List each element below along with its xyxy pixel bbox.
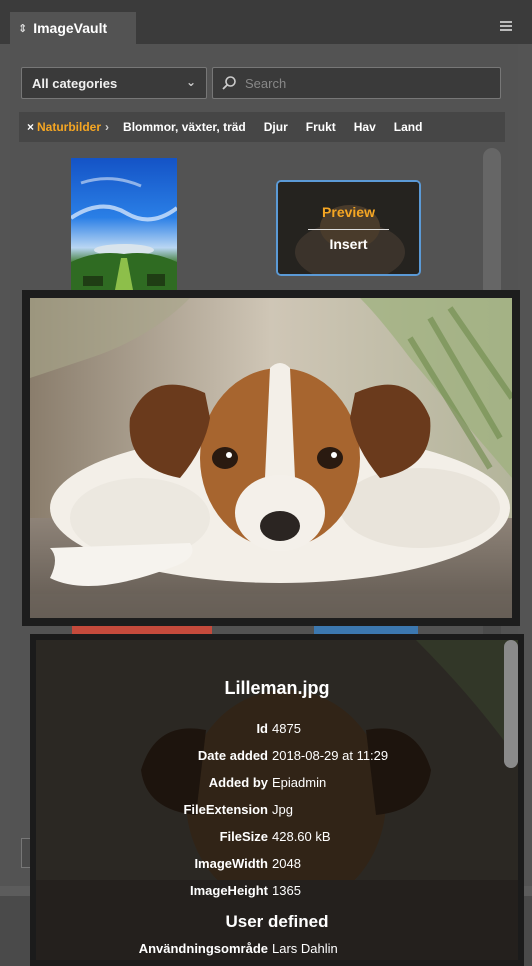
divider [308,229,389,230]
info-value: Jpg [272,802,293,817]
thumbnail-edge-red [72,626,212,634]
search-icon [222,76,236,90]
panel-tab[interactable]: ⇕ ImageVault [10,12,136,44]
hamburger-menu-icon[interactable] [500,21,512,33]
info-value: 2018-08-29 at 11:29 [272,748,389,763]
image-filename: Lilleman.jpg [224,678,330,698]
remove-icon[interactable]: × [27,120,34,134]
panel-title-bar: ⇕ ImageVault [0,0,532,44]
image-preview-popup [22,290,520,626]
results-scrollbar-thumb[interactable] [483,148,501,298]
category-chip[interactable]: Frukt [306,120,336,134]
updown-arrows-icon: ⇕ [18,22,28,35]
panel-tab-label: ImageVault [33,20,108,36]
chevron-down-icon: ⌄ [185,75,196,89]
dog-photo [30,298,512,618]
section-title: User defined [225,912,329,931]
info-row: ImageHeight 1365 [36,883,518,903]
category-chip[interactable]: Djur [264,120,288,134]
category-select-value: All categories [32,75,118,91]
info-label: FileExtension [183,802,268,817]
image-info-content: Lilleman.jpg Id 4875 Date added 2018-08-… [36,640,518,960]
info-label: Date added [197,748,268,763]
info-value: 1365 [272,883,301,898]
info-row: Added by Epiadmin [36,775,518,795]
category-chip[interactable]: Land [394,120,423,134]
info-label: ImageHeight [189,883,268,898]
thumbnail-hover-overlay [278,182,419,274]
info-label: ImageWidth [194,856,268,871]
info-label: Added by [208,775,268,790]
active-category-chip[interactable]: × Naturbilder › [19,120,109,134]
info-row: Id 4875 [36,721,518,741]
image-thumbnail[interactable] [71,158,177,290]
image-info-popup: Lilleman.jpg Id 4875 Date added 2018-08-… [30,634,524,966]
search-box[interactable] [212,67,501,99]
info-row: Date added 2018-08-29 at 11:29 [36,748,518,768]
info-label: FileSize [219,829,268,844]
info-label: Id [256,721,268,736]
active-category-label: Naturbilder [37,120,102,134]
info-value: Lars Dahlin [272,941,338,956]
info-row: FileExtension Jpg [36,802,518,822]
info-value: 2048 [272,856,301,871]
info-value: Epiadmin [272,775,327,790]
info-value: 428.60 kB [272,829,331,844]
chevron-right-icon: › [105,120,110,134]
info-row: FileSize 428.60 kB [36,829,518,849]
info-row: Användningsområde Lars Dahlin [36,941,518,960]
image-thumbnail-selected[interactable]: Preview Insert [276,180,421,276]
category-chip[interactable]: Blommor, växter, träd [123,120,246,134]
insert-button[interactable]: Insert [278,236,419,252]
info-label: Användningsområde [138,941,268,956]
category-chip[interactable]: Hav [354,120,376,134]
category-select[interactable]: All categories ⌄ [21,67,207,99]
category-bar: × Naturbilder › Blommor, växter, träd Djur… [19,112,505,142]
info-value: 4875 [272,721,301,736]
thumbnail-edge-blue [314,626,418,634]
search-input[interactable] [243,74,487,92]
info-row: ImageWidth 2048 [36,856,518,876]
preview-button[interactable]: Preview [278,204,419,220]
